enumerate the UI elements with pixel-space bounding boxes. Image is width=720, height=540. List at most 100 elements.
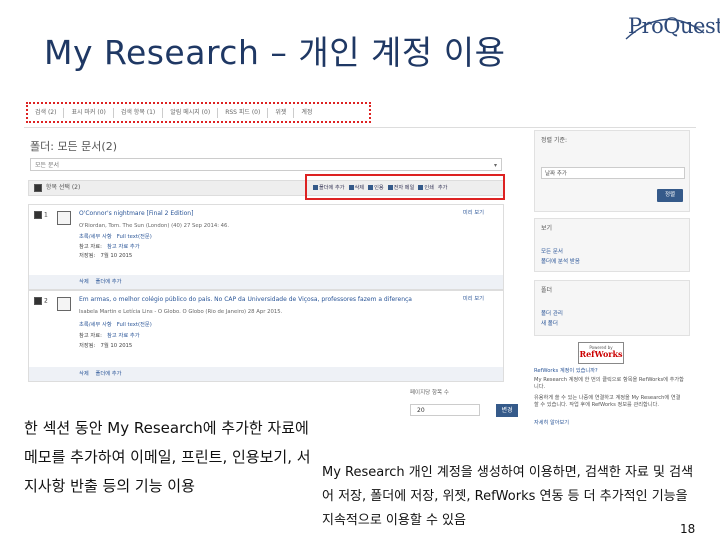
select-all-label: 항목 선택 (2) — [45, 184, 81, 191]
manage-folders-link[interactable]: 폴더 관리 — [535, 308, 689, 318]
record-number-text: 2 — [44, 297, 48, 305]
action-more-label: 추가 — [437, 184, 448, 191]
bulk-actions: 폴더에 추가 삭제 인용 전자 메일 인쇄 추가 — [305, 174, 505, 200]
record-links: 초록/세부 사항 Full text(전문) — [79, 320, 152, 328]
tab-alerts[interactable]: 알림 메시지 (0) — [163, 107, 219, 118]
record-checkbox[interactable] — [34, 211, 42, 219]
action-cite[interactable]: 인용 — [368, 184, 384, 191]
select-all-checkbox[interactable] — [34, 183, 42, 192]
list-item: 1 O'Connor's nightmare [Final 2 Edition]… — [28, 204, 504, 290]
action-print-label: 인쇄 — [424, 184, 434, 191]
select-all[interactable]: 항목 선택 (2) — [31, 181, 80, 195]
refworks-logo: RefWorks — [579, 349, 623, 359]
sort-select[interactable]: 날짜 추가 — [541, 167, 685, 179]
refworks-question[interactable]: RefWorks 계정이 있습니까? — [534, 368, 684, 375]
action-add-folder[interactable]: 폴더에 추가 — [313, 184, 345, 191]
per-page-value: 20 — [417, 407, 425, 414]
action-delete[interactable]: 삭제 — [348, 184, 364, 191]
view-header: 보기 — [541, 225, 553, 232]
record-citation: O'Riordan, Tom. The Sun (London) (40) 27… — [79, 223, 230, 229]
add-reference-link[interactable]: 참고 자료 추가 — [107, 333, 140, 339]
list-item: 2 Em armas, o melhor colégio público do … — [28, 290, 504, 382]
add-reference-link[interactable]: 참고 자료 추가 — [107, 244, 140, 250]
caption-left: 한 섹션 동안 My Research에 추가한 자료에 메모를 추가하여 이메… — [24, 419, 311, 495]
sort-header: 정렬 기준: — [541, 137, 568, 144]
per-page-change-button[interactable]: 변경 — [496, 404, 518, 417]
record-number: 2 — [31, 297, 48, 305]
refworks-more-link[interactable]: 자세히 알아보기 — [534, 420, 684, 427]
print-icon — [418, 184, 424, 190]
saved-label: 저장됨: — [79, 253, 96, 259]
action-email-label: 전자 메일 — [393, 184, 415, 191]
sort-select-value: 날짜 추가 — [545, 171, 567, 177]
record-saved: 저장됨: 7월 10 2015 — [79, 251, 132, 259]
record-footer-actions: 삭제 폴더에 추가 — [79, 369, 122, 377]
chevron-down-icon: ▾ — [493, 162, 497, 169]
slide-title: My Research – 개인 계정 이용 — [44, 33, 506, 72]
page-number: 18 — [680, 522, 696, 536]
folder-icon — [313, 184, 318, 190]
document-icon — [57, 297, 71, 311]
record-footer-actions: 삭제 폴더에 추가 — [79, 277, 122, 285]
sort-panel: 정렬 기준: 날짜 추가 정렬 — [534, 130, 690, 212]
proquest-logo: ProQuest — [628, 14, 720, 38]
saved-label: 저장됨: — [79, 343, 96, 349]
action-more[interactable]: 추가 — [438, 184, 448, 191]
abstract-link[interactable]: 초록/세부 사항 — [79, 234, 112, 240]
refworks-text-2: 유용하게 쓸 수 있는 나중에 연결하고 계정을 My Research에 연결… — [534, 395, 681, 408]
record-folder-button[interactable]: 폴더에 추가 — [96, 279, 122, 285]
per-page-select[interactable]: 20 — [410, 404, 480, 416]
delete-icon — [348, 184, 354, 190]
record-citation: Isabela Martin e Letícia Lins - O Globo.… — [79, 309, 283, 315]
refs-label: 참고 자료: — [79, 244, 102, 250]
divider — [24, 127, 696, 128]
view-all-documents[interactable]: 모든 문서 — [535, 246, 689, 256]
record-number-text: 1 — [44, 211, 48, 219]
preview-link[interactable]: 미리 보기 — [463, 294, 484, 302]
abstract-link[interactable]: 초록/세부 사항 — [79, 322, 112, 328]
record-refs: 참고 자료: 참고 자료 추가 — [79, 331, 140, 339]
per-page-label: 페이지당 항목 수 — [410, 390, 449, 396]
tab-search-terms[interactable]: 검색 항목 (1) — [114, 107, 164, 118]
saved-date: 7월 10 2015 — [100, 253, 133, 259]
tab-marked-items[interactable]: 표시 마커 (0) — [64, 107, 114, 118]
tab-widgets[interactable]: 위젯 — [268, 107, 295, 118]
sort-button[interactable]: 정렬 — [657, 189, 683, 202]
tab-rss[interactable]: RSS 피드 (0) — [218, 107, 269, 118]
folder-panel: 폴더 폴더 관리 새 폴더 — [534, 280, 690, 336]
fulltext-link[interactable]: Full text(전문) — [117, 234, 152, 240]
folder-header: 폴더 — [541, 287, 553, 294]
folder-select-value: 모든 문서 — [35, 162, 59, 169]
folder-select[interactable]: 모든 문서 ▾ — [30, 158, 502, 171]
research-tabs: 검색 (2) 표시 마커 (0) 검색 항목 (1) 알림 메시지 (0) RS… — [26, 102, 371, 123]
refworks-text: My Research 계정에 한 번의 클릭으로 항목을 RefWorks에 … — [534, 377, 684, 390]
record-delete-button[interactable]: 삭제 — [79, 279, 89, 285]
mail-icon — [387, 184, 393, 190]
record-delete-button[interactable]: 삭제 — [79, 371, 89, 377]
my-research-screenshot: 검색 (2) 표시 마커 (0) 검색 항목 (1) 알림 메시지 (0) RS… — [24, 100, 696, 465]
record-number: 1 — [31, 211, 48, 219]
sidebar: 정렬 기준: 날짜 추가 정렬 보기 모든 문서 폴더에 분석 받음 폴더 폴더… — [534, 130, 694, 465]
record-folder-button[interactable]: 폴더에 추가 — [96, 371, 122, 377]
record-title[interactable]: O'Connor's nightmare [Final 2 Edition] — [79, 210, 193, 217]
view-folder-items[interactable]: 폴더에 분석 받음 — [535, 256, 689, 266]
action-cite-label: 인용 — [374, 184, 384, 191]
new-folder-link[interactable]: 새 폴더 — [535, 318, 689, 328]
tab-searches[interactable]: 검색 (2) — [28, 107, 65, 118]
saved-date: 7월 10 2015 — [100, 343, 133, 349]
action-add-folder-label: 폴더에 추가 — [319, 184, 345, 191]
quote-icon — [368, 184, 374, 190]
record-links: 초록/세부 사항 Full text(전문) — [79, 232, 152, 240]
action-print[interactable]: 인쇄 — [418, 184, 434, 191]
document-icon — [57, 211, 71, 225]
record-saved: 저장됨: 7월 10 2015 — [79, 341, 132, 349]
folder-title: 폴더: 모든 문서(2) — [30, 140, 118, 153]
record-checkbox[interactable] — [34, 297, 42, 305]
preview-link[interactable]: 미리 보기 — [463, 208, 484, 216]
refs-label: 참고 자료: — [79, 333, 102, 339]
action-email[interactable]: 전자 메일 — [387, 184, 415, 191]
refworks-badge: Powered by RefWorks — [578, 342, 624, 364]
record-title[interactable]: Em armas, o melhor colégio público do pa… — [79, 296, 412, 303]
fulltext-link[interactable]: Full text(전문) — [117, 322, 152, 328]
tab-account[interactable]: 계정 — [294, 108, 319, 118]
